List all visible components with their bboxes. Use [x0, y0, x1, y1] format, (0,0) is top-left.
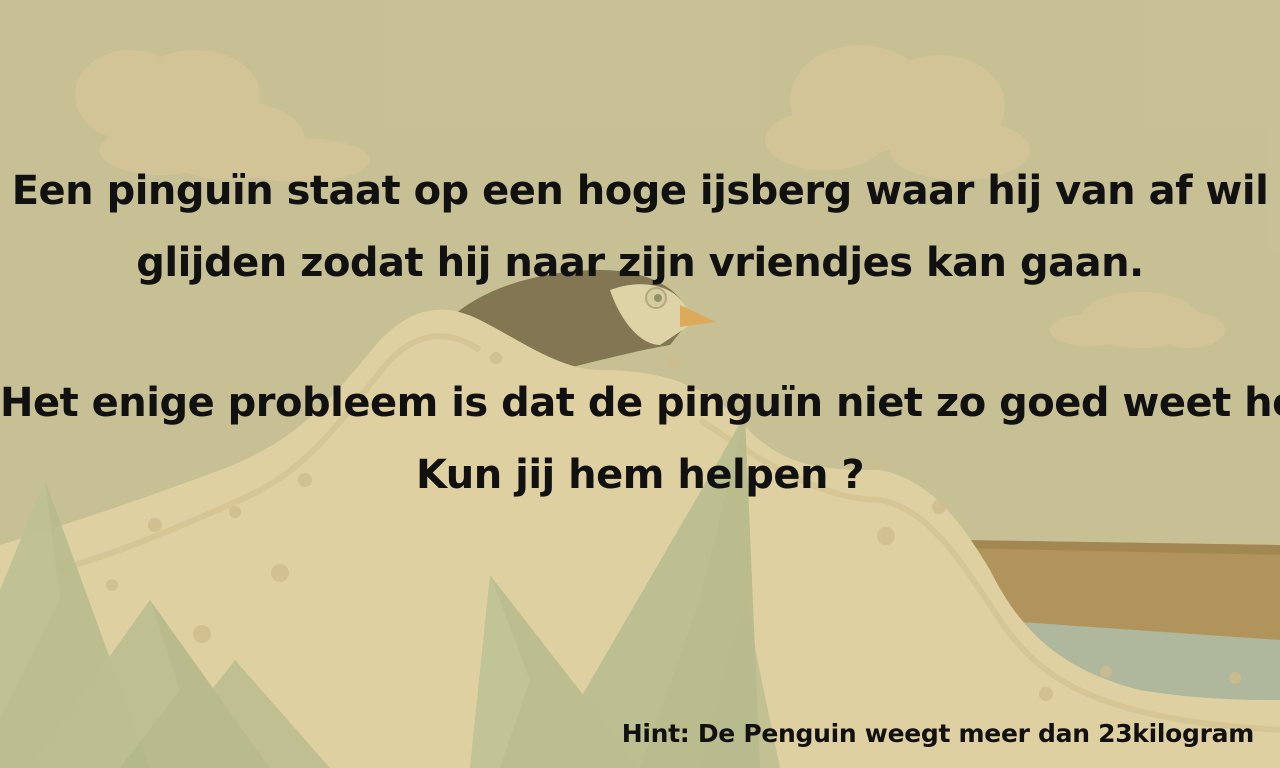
- story-line: glijden zodat hij naar zijn vriendjes ka…: [136, 240, 1144, 286]
- story-paragraph-1: Een pinguïn staat op een hoge ijsberg wa…: [0, 155, 1280, 299]
- story-line: Een pinguïn staat op een hoge ijsberg wa…: [11, 168, 1269, 214]
- story-line: Kun jij hem helpen ?: [415, 452, 865, 498]
- story-paragraph-2: Het enige probleem is dat de pinguïn nie…: [0, 367, 1280, 511]
- story-line: Het enige probleem is dat de pinguïn nie…: [0, 380, 1280, 426]
- hint-text: Hint: De Penguin weegt meer dan 23kilogr…: [621, 719, 1255, 748]
- game-scene: Een pinguïn staat op een hoge ijsberg wa…: [0, 0, 1280, 768]
